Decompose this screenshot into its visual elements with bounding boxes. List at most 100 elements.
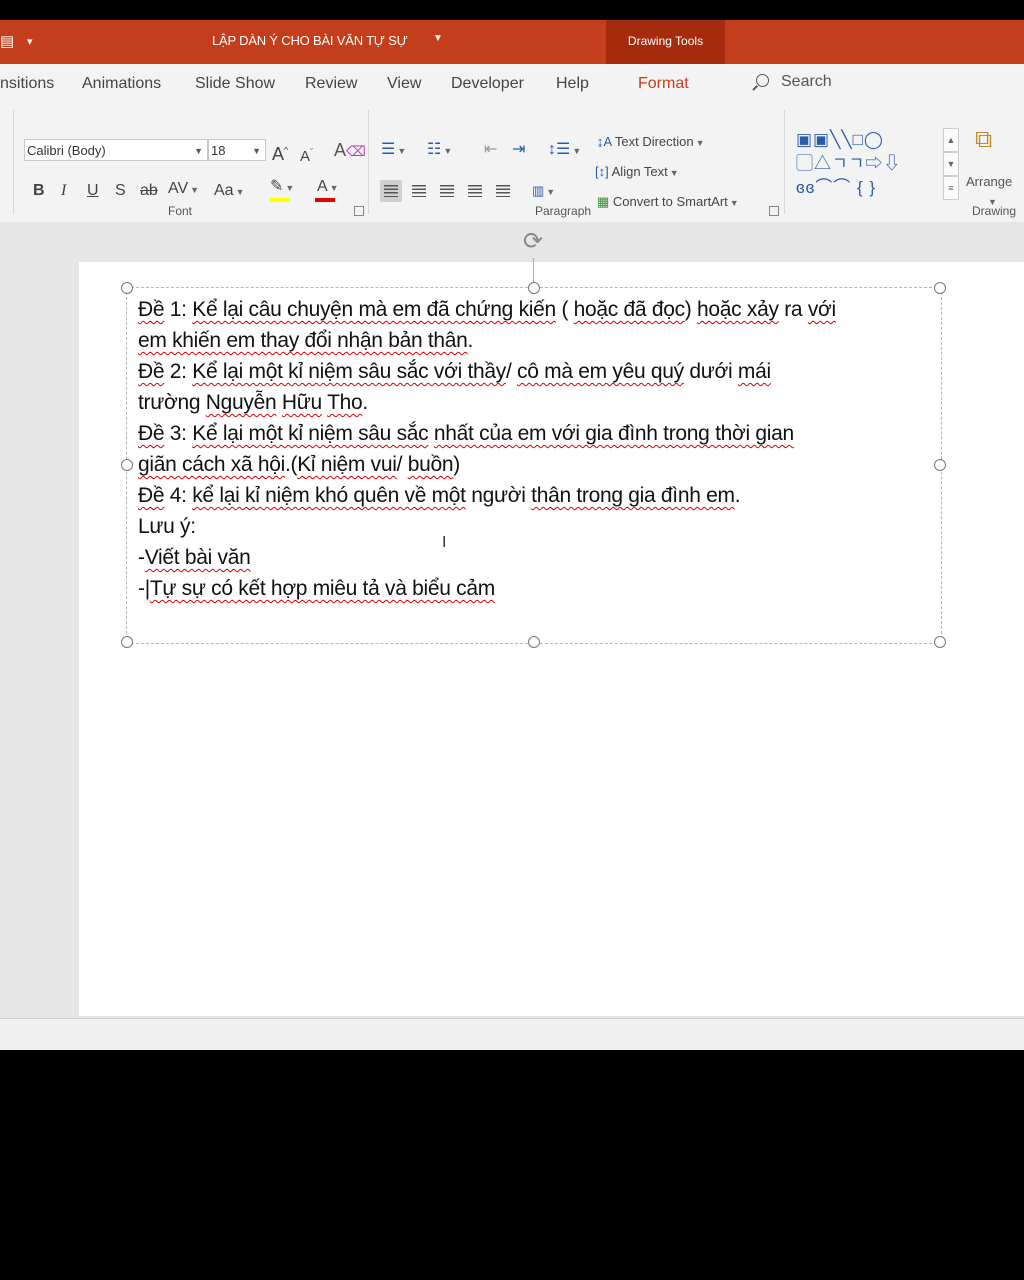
font-name-combo[interactable]: Calibri (Body) ▼ xyxy=(24,139,208,161)
title-dropdown-icon[interactable]: ▼ xyxy=(433,33,443,44)
strikethrough-button[interactable]: ab xyxy=(140,181,158,201)
ribbon-separator xyxy=(13,110,14,214)
font-color-button[interactable]: A ▼ xyxy=(317,177,339,198)
increase-indent-button[interactable]: ⇥ xyxy=(512,140,525,160)
paragraph-dialog-launcher-icon[interactable] xyxy=(769,206,779,216)
ibeam-cursor-icon: I xyxy=(442,534,447,551)
text-line: Đề 4: kể lại kỉ niệm khó quên về một ngư… xyxy=(138,480,938,511)
text-direction-button[interactable]: ↨A Text Direction ▼ xyxy=(597,132,705,153)
text-run: .( xyxy=(284,453,298,476)
align-text-button[interactable]: [↕] Align Text ▼ xyxy=(595,162,679,183)
more-shapes-icon[interactable]: ≡ xyxy=(943,176,959,200)
spellcheck-flagged-text: Tự sự có kết hợp miêu tả và biểu cảm xyxy=(149,577,495,600)
text-line: -|Tự sự có kết hợp miêu tả và biểu cảm xyxy=(138,573,938,604)
justify-button[interactable] xyxy=(464,180,486,202)
contextual-tab-drawing-tools: Drawing Tools xyxy=(606,20,725,64)
scroll-up-icon[interactable]: ▲ xyxy=(943,128,959,152)
resize-handle-top-left[interactable] xyxy=(121,282,133,294)
text-box[interactable]: Đề 1: Kể lại câu chuyện mà em đã chứng k… xyxy=(121,282,946,648)
text-box-content[interactable]: Đề 1: Kể lại câu chuyện mà em đã chứng k… xyxy=(138,294,938,604)
change-case-button[interactable]: Aa ▼ xyxy=(214,181,245,202)
text-line: Đề 2: Kể lại một kỉ niệm sâu sắc với thầ… xyxy=(138,356,938,387)
resize-handle-left[interactable] xyxy=(121,459,133,471)
bold-button[interactable]: B xyxy=(33,181,45,201)
presenter-icon[interactable]: ▤ xyxy=(0,32,14,50)
text-line: giãn cách xã hội.(Kỉ niệm vui/ buồn) xyxy=(138,449,938,480)
columns-button[interactable]: ▥ ▼ xyxy=(532,181,555,202)
align-center-button[interactable] xyxy=(408,180,430,202)
clear-formatting-button[interactable]: A⌫ xyxy=(334,140,366,161)
tab-format[interactable]: Format xyxy=(638,75,689,93)
scroll-down-icon[interactable]: ▼ xyxy=(943,152,959,176)
tab-view[interactable]: View xyxy=(387,75,421,93)
spellcheck-flagged-text: Kể lại một kỉ niệm sâu sắc với thầy xyxy=(192,360,506,383)
italic-button[interactable]: I xyxy=(61,181,66,201)
resize-handle-top-right[interactable] xyxy=(934,282,946,294)
search-box[interactable]: Search xyxy=(756,73,832,91)
grow-font-button[interactable]: A^ xyxy=(272,140,288,164)
search-icon xyxy=(756,74,769,87)
text-run: ) xyxy=(453,453,460,476)
ribbon-separator xyxy=(368,110,369,214)
text-run: - xyxy=(138,546,145,569)
numbering-button[interactable]: ☷ ▼ xyxy=(427,140,452,161)
line-spacing-button[interactable]: ↕☰ ▼ xyxy=(548,140,581,161)
shapes-gallery[interactable]: ▣▣╲╲□◯ ▢△ㄱㄱ⇨⇩ ɞɞ⌒⌒ { } xyxy=(796,128,942,204)
tab-transitions[interactable]: nsitions xyxy=(0,75,54,93)
align-left-button[interactable] xyxy=(380,180,402,202)
tab-developer[interactable]: Developer xyxy=(451,75,524,93)
underline-button[interactable]: U xyxy=(87,181,99,201)
clear-formatting-icon: A xyxy=(334,140,347,160)
shrink-font-button[interactable]: Aˇ xyxy=(300,142,313,167)
decrease-indent-button[interactable]: ⇤ xyxy=(484,140,497,160)
highlighter-icon: ✎ xyxy=(270,178,284,195)
text-shadow-button[interactable]: S xyxy=(115,181,126,201)
spellcheck-flagged-text: Đề xyxy=(138,298,165,321)
resize-handle-top[interactable] xyxy=(528,282,540,294)
bullets-button[interactable]: ☰ ▼ xyxy=(381,140,406,161)
align-right-button[interactable] xyxy=(436,180,458,202)
tab-review[interactable]: Review xyxy=(305,75,357,93)
highlight-color-button[interactable]: ✎ ▼ xyxy=(270,177,294,198)
font-size-value: 18 xyxy=(211,143,226,158)
resize-handle-bottom[interactable] xyxy=(528,636,540,648)
font-group-label: Font xyxy=(168,204,193,218)
text-run: . xyxy=(362,391,368,414)
align-center-icon xyxy=(412,185,426,197)
convert-smartart-button[interactable]: ▦ Convert to SmartArt ▼ xyxy=(597,192,739,213)
tab-animations[interactable]: Animations xyxy=(82,75,161,93)
shrink-font-letter: A xyxy=(300,148,311,165)
chevron-down-icon: ▼ xyxy=(194,146,203,156)
spellcheck-flagged-text: mái xyxy=(737,360,771,383)
rotate-handle-icon[interactable]: ⟳ xyxy=(519,228,547,256)
spellcheck-flagged-text: kể lại kỉ niệm khó quên về một xyxy=(192,484,466,507)
spellcheck-flagged-text: giãn cách xã hội xyxy=(138,453,285,476)
resize-handle-right[interactable] xyxy=(934,459,946,471)
font-size-combo[interactable]: 18 ▼ xyxy=(208,139,266,161)
tab-slide-show[interactable]: Slide Show xyxy=(195,75,275,93)
change-case-label: Aa xyxy=(214,182,234,199)
text-line: -Viết bài văn xyxy=(138,542,938,573)
distributed-button[interactable] xyxy=(492,180,514,202)
text-run: / xyxy=(396,453,408,476)
customize-qat-icon[interactable]: ▾ xyxy=(27,35,33,48)
title-bar: ▤ ▾ LẬP DÀN Ý CHO BÀI VĂN TỰ SỰ ▼ Drawin… xyxy=(0,20,1024,64)
arrange-button[interactable]: Arrange xyxy=(966,172,1012,192)
tab-help[interactable]: Help xyxy=(556,75,589,93)
text-run: 2: xyxy=(164,360,193,383)
text-line: trường Nguyễn Hữu Tho. xyxy=(138,387,938,418)
spellcheck-flagged-text: Đề xyxy=(138,484,165,507)
font-dialog-launcher-icon[interactable] xyxy=(354,206,364,216)
spellcheck-flagged-text: Kỉ niệm vui xyxy=(297,453,397,476)
resize-handle-bottom-left[interactable] xyxy=(121,636,133,648)
text-run: ) xyxy=(684,298,698,321)
arrange-icon: ⧉ xyxy=(975,126,993,153)
spellcheck-flagged-text: cô mà em yêu quý xyxy=(517,360,684,383)
shapes-gallery-scroll[interactable]: ▲ ▼ ≡ xyxy=(943,128,959,204)
align-text-icon: [↕] xyxy=(595,164,609,179)
font-color-letter: A xyxy=(317,178,328,195)
text-run: dưới xyxy=(683,360,738,383)
resize-handle-bottom-right[interactable] xyxy=(934,636,946,648)
character-spacing-button[interactable]: AV ▼ xyxy=(168,179,199,200)
decrease-indent-icon: ⇤ xyxy=(484,141,498,158)
